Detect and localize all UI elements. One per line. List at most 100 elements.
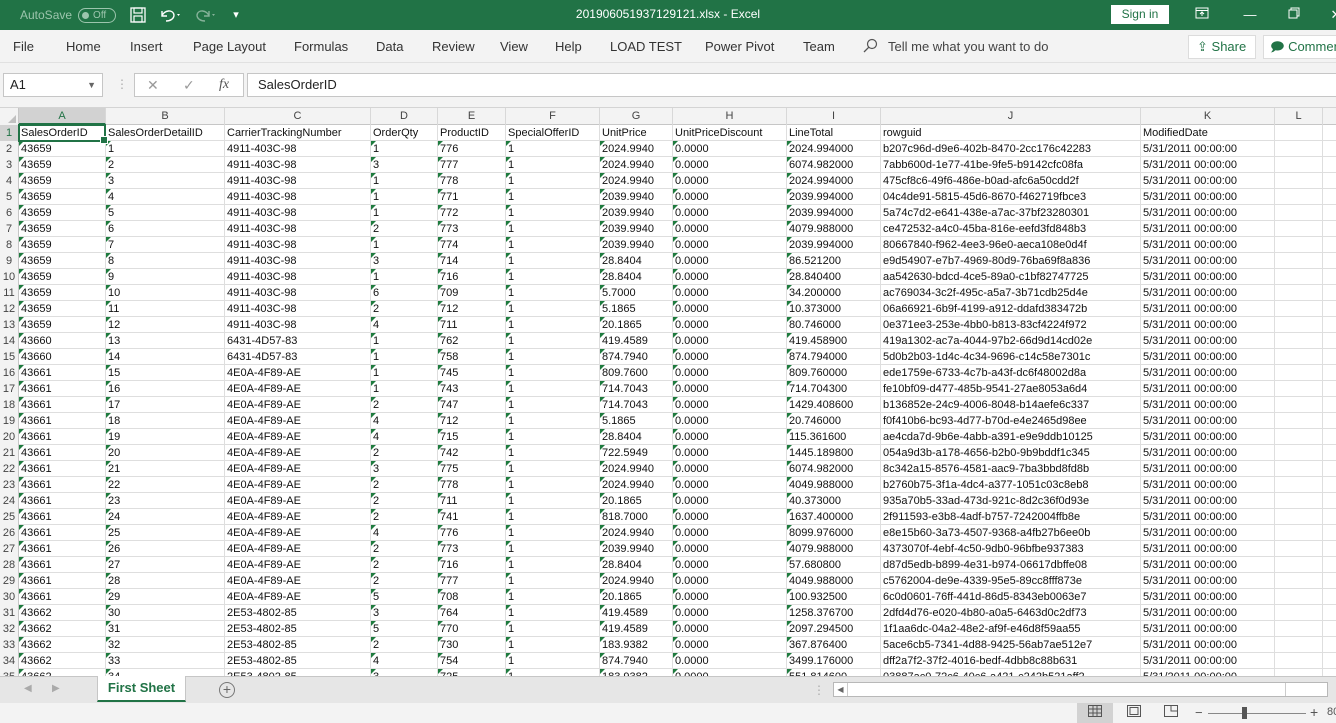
cell-L29[interactable] bbox=[1275, 573, 1323, 589]
cell-E14[interactable]: 762 bbox=[438, 333, 506, 349]
cell-F12[interactable]: 1 bbox=[506, 301, 600, 317]
cell-H25[interactable]: 0.0000 bbox=[673, 509, 787, 525]
cell-K24[interactable]: 5/31/2011 00:00:00 bbox=[1141, 493, 1275, 509]
cell-K23[interactable]: 5/31/2011 00:00:00 bbox=[1141, 477, 1275, 493]
cell-A35[interactable]: 43662 bbox=[19, 669, 106, 676]
cell-B18[interactable]: 17 bbox=[106, 397, 225, 413]
row-header[interactable]: 9 bbox=[0, 253, 19, 269]
cell-H3[interactable]: 0.0000 bbox=[673, 157, 787, 173]
cell-B21[interactable]: 20 bbox=[106, 445, 225, 461]
cell-D9[interactable]: 3 bbox=[371, 253, 438, 269]
cell-G17[interactable]: 714.7043 bbox=[600, 381, 673, 397]
cell-F11[interactable]: 1 bbox=[506, 285, 600, 301]
add-sheet-icon[interactable]: + bbox=[219, 682, 235, 698]
row-header[interactable]: 5 bbox=[0, 189, 19, 205]
cell-D1[interactable]: OrderQty bbox=[371, 125, 438, 141]
cell-F18[interactable]: 1 bbox=[506, 397, 600, 413]
cell-L18[interactable] bbox=[1275, 397, 1323, 413]
tab-review[interactable]: Review bbox=[432, 39, 475, 54]
cell-C7[interactable]: 4911-403C-98 bbox=[225, 221, 371, 237]
cell-E32[interactable]: 770 bbox=[438, 621, 506, 637]
cell-J14[interactable]: 419a1302-ac7a-4044-97b2-66d9d14cd02e bbox=[881, 333, 1141, 349]
cell-A30[interactable]: 43661 bbox=[19, 589, 106, 605]
cell-L15[interactable] bbox=[1275, 349, 1323, 365]
cell-C14[interactable]: 6431-4D57-83 bbox=[225, 333, 371, 349]
tab-file[interactable]: File bbox=[13, 39, 34, 54]
cell-L13[interactable] bbox=[1275, 317, 1323, 333]
cell-G30[interactable]: 20.1865 bbox=[600, 589, 673, 605]
cell-K14[interactable]: 5/31/2011 00:00:00 bbox=[1141, 333, 1275, 349]
cell-C22[interactable]: 4E0A-4F89-AE bbox=[225, 461, 371, 477]
cell-D29[interactable]: 2 bbox=[371, 573, 438, 589]
cell-D15[interactable]: 1 bbox=[371, 349, 438, 365]
cell-C32[interactable]: 2E53-4802-85 bbox=[225, 621, 371, 637]
cell-E20[interactable]: 715 bbox=[438, 429, 506, 445]
cell-E8[interactable]: 774 bbox=[438, 237, 506, 253]
cell-J6[interactable]: 5a74c7d2-e641-438e-a7ac-37bf23280301 bbox=[881, 205, 1141, 221]
cell-H21[interactable]: 0.0000 bbox=[673, 445, 787, 461]
cell-K30[interactable]: 5/31/2011 00:00:00 bbox=[1141, 589, 1275, 605]
cell-J19[interactable]: f0f410b6-bc93-4d77-b70d-e4e2465d98ee bbox=[881, 413, 1141, 429]
cell-G35[interactable]: 183.9382 bbox=[600, 669, 673, 676]
cell-J7[interactable]: ce472532-a4c0-45ba-816e-eefd3fd848b3 bbox=[881, 221, 1141, 237]
cell-C23[interactable]: 4E0A-4F89-AE bbox=[225, 477, 371, 493]
row-header[interactable]: 35 bbox=[0, 669, 19, 676]
cell-C16[interactable]: 4E0A-4F89-AE bbox=[225, 365, 371, 381]
cell-I3[interactable]: 6074.982000 bbox=[787, 157, 881, 173]
cancel-icon[interactable]: ✕ bbox=[147, 77, 159, 94]
cell-D24[interactable]: 2 bbox=[371, 493, 438, 509]
cell-D11[interactable]: 6 bbox=[371, 285, 438, 301]
cell-E17[interactable]: 743 bbox=[438, 381, 506, 397]
cell-H7[interactable]: 0.0000 bbox=[673, 221, 787, 237]
comments-button[interactable]: 🗩 Comments bbox=[1263, 35, 1336, 59]
cell-F2[interactable]: 1 bbox=[506, 141, 600, 157]
cell-J5[interactable]: 04c4de91-5815-45d6-8670-f462719fbce3 bbox=[881, 189, 1141, 205]
cell-K28[interactable]: 5/31/2011 00:00:00 bbox=[1141, 557, 1275, 573]
cell-A27[interactable]: 43661 bbox=[19, 541, 106, 557]
cell-I18[interactable]: 1429.408600 bbox=[787, 397, 881, 413]
cell-L12[interactable] bbox=[1275, 301, 1323, 317]
cell-C19[interactable]: 4E0A-4F89-AE bbox=[225, 413, 371, 429]
cell-H30[interactable]: 0.0000 bbox=[673, 589, 787, 605]
cell-I28[interactable]: 57.680800 bbox=[787, 557, 881, 573]
cell-J4[interactable]: 475cf8c6-49f6-486e-b0ad-afc6a50cdd2f bbox=[881, 173, 1141, 189]
cell-I13[interactable]: 80.746000 bbox=[787, 317, 881, 333]
cell-J11[interactable]: ac769034-3c2f-495c-a5a7-3b71cdb25d4e bbox=[881, 285, 1141, 301]
cell-D33[interactable]: 2 bbox=[371, 637, 438, 653]
cell-K34[interactable]: 5/31/2011 00:00:00 bbox=[1141, 653, 1275, 669]
cell-L14[interactable] bbox=[1275, 333, 1323, 349]
cell-C4[interactable]: 4911-403C-98 bbox=[225, 173, 371, 189]
cell-I21[interactable]: 1445.189800 bbox=[787, 445, 881, 461]
row-header[interactable]: 4 bbox=[0, 173, 19, 189]
row-header[interactable]: 3 bbox=[0, 157, 19, 173]
cell-C31[interactable]: 2E53-4802-85 bbox=[225, 605, 371, 621]
cell-A12[interactable]: 43659 bbox=[19, 301, 106, 317]
cell-F32[interactable]: 1 bbox=[506, 621, 600, 637]
cell-L34[interactable] bbox=[1275, 653, 1323, 669]
cell-E26[interactable]: 776 bbox=[438, 525, 506, 541]
cell-B34[interactable]: 33 bbox=[106, 653, 225, 669]
cell-A14[interactable]: 43660 bbox=[19, 333, 106, 349]
cell-K33[interactable]: 5/31/2011 00:00:00 bbox=[1141, 637, 1275, 653]
cell-H23[interactable]: 0.0000 bbox=[673, 477, 787, 493]
row-header[interactable]: 1 bbox=[0, 125, 19, 141]
cell-E1[interactable]: ProductID bbox=[438, 125, 506, 141]
cell-B29[interactable]: 28 bbox=[106, 573, 225, 589]
cell-K16[interactable]: 5/31/2011 00:00:00 bbox=[1141, 365, 1275, 381]
cell-K25[interactable]: 5/31/2011 00:00:00 bbox=[1141, 509, 1275, 525]
cell-I34[interactable]: 3499.176000 bbox=[787, 653, 881, 669]
cell-E25[interactable]: 741 bbox=[438, 509, 506, 525]
cell-J10[interactable]: aa542630-bdcd-4ce5-89a0-c1bf82747725 bbox=[881, 269, 1141, 285]
cell-I17[interactable]: 714.704300 bbox=[787, 381, 881, 397]
cell-F17[interactable]: 1 bbox=[506, 381, 600, 397]
horizontal-scrollbar[interactable]: ◀ bbox=[833, 682, 1328, 697]
cell-E19[interactable]: 712 bbox=[438, 413, 506, 429]
cell-G32[interactable]: 419.4589 bbox=[600, 621, 673, 637]
cell-A17[interactable]: 43661 bbox=[19, 381, 106, 397]
cell-K21[interactable]: 5/31/2011 00:00:00 bbox=[1141, 445, 1275, 461]
tab-formulas[interactable]: Formulas bbox=[294, 39, 348, 54]
minimize-icon[interactable]: — bbox=[1240, 5, 1260, 25]
cell-H32[interactable]: 0.0000 bbox=[673, 621, 787, 637]
cell-D8[interactable]: 1 bbox=[371, 237, 438, 253]
cell-B9[interactable]: 8 bbox=[106, 253, 225, 269]
